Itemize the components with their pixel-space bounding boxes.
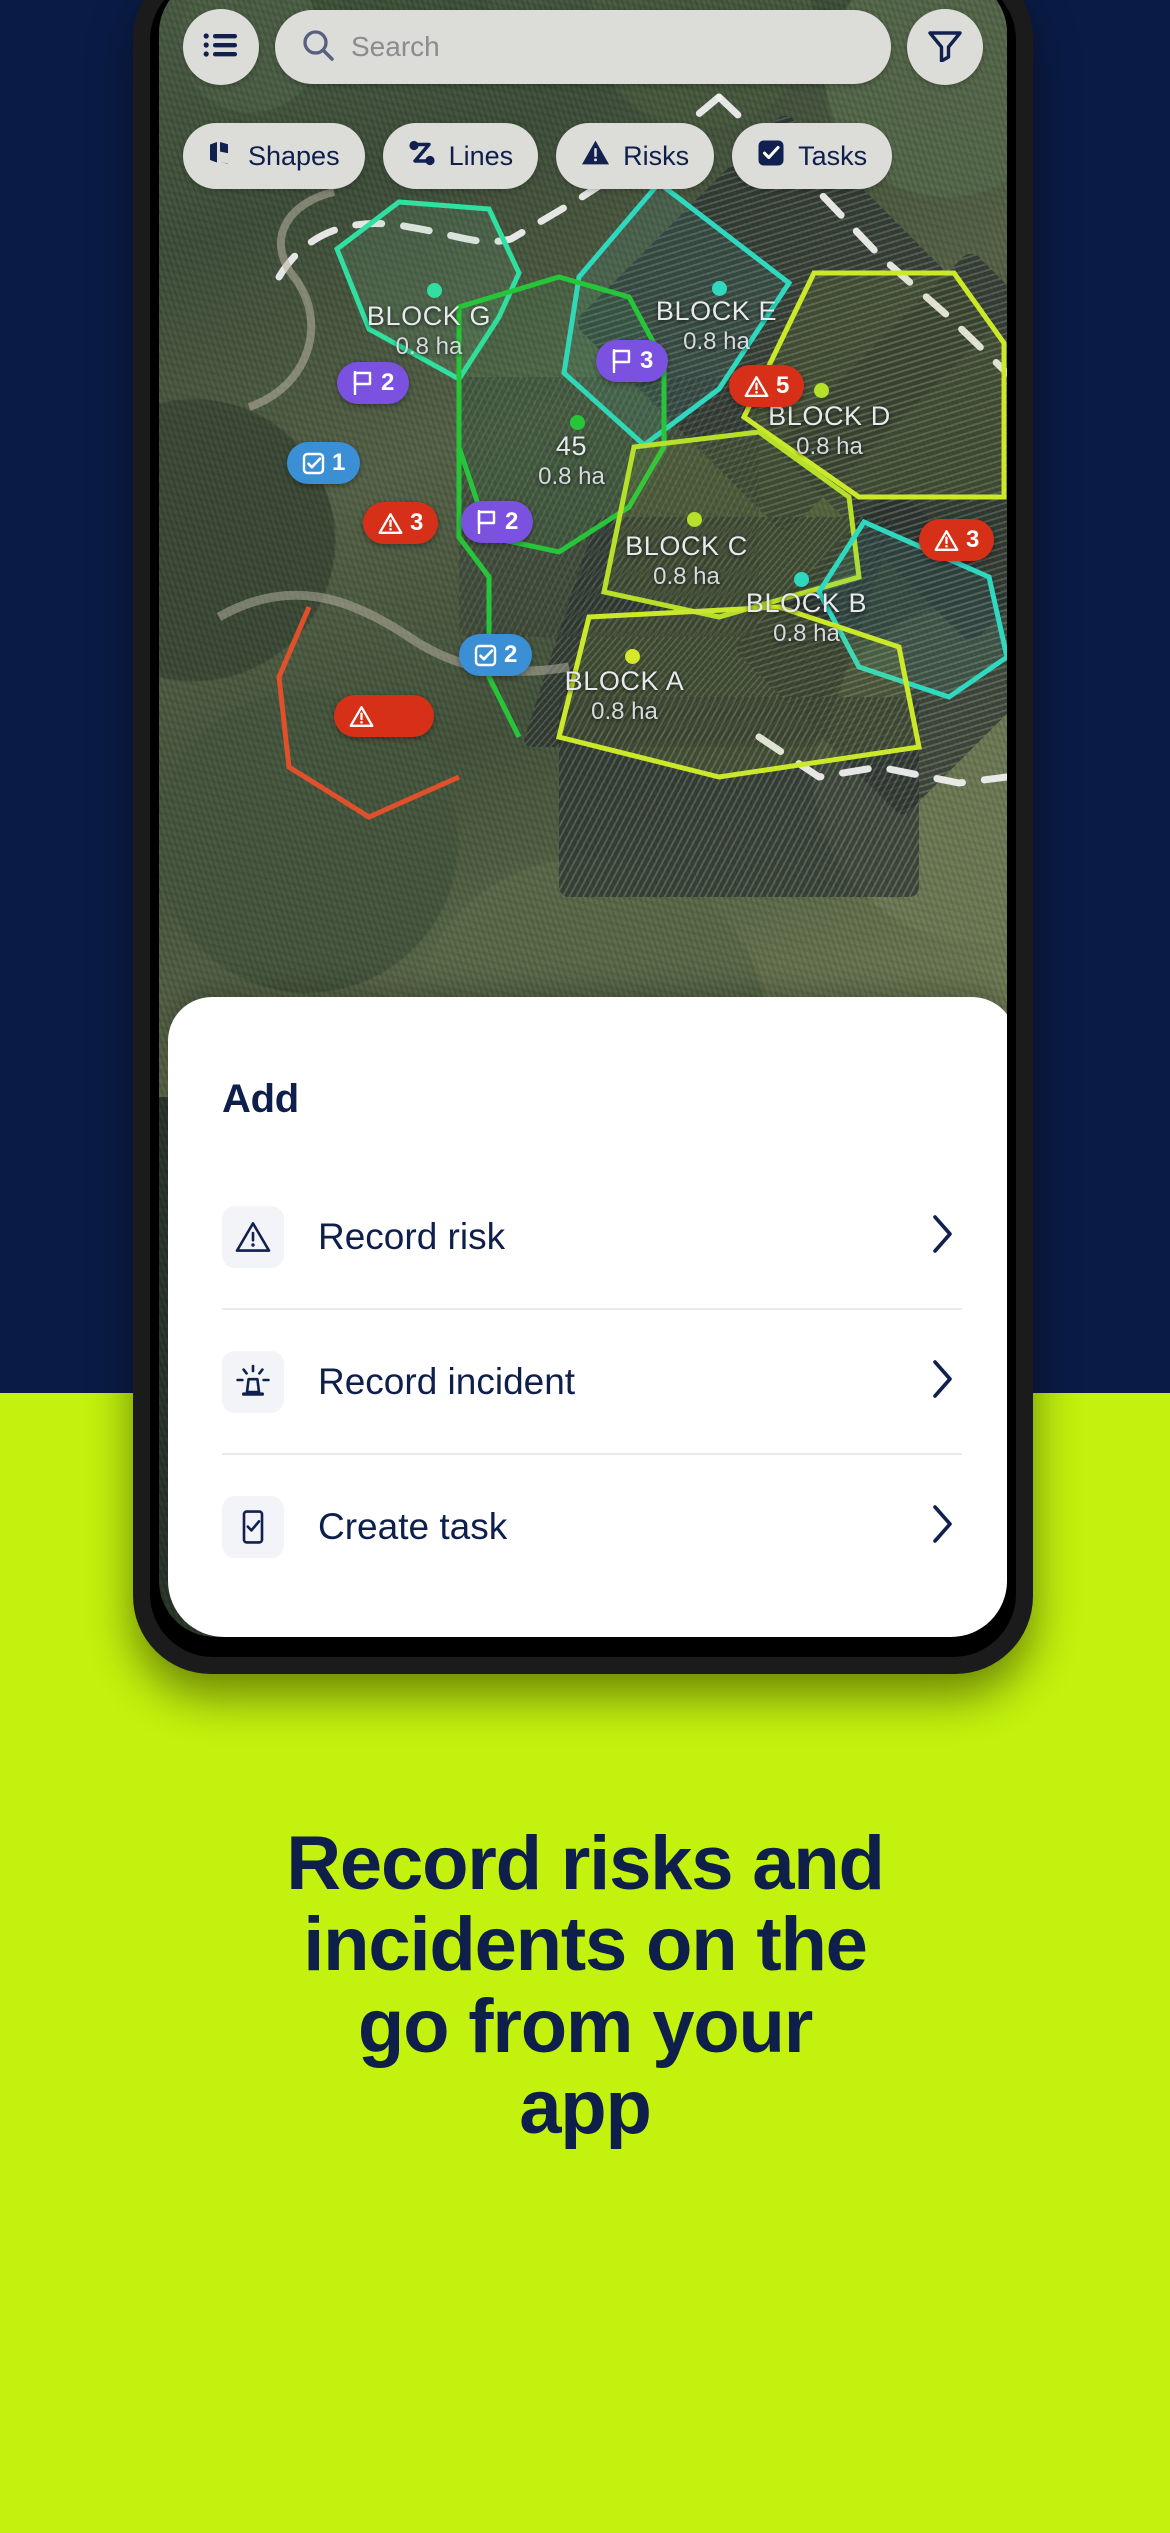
phone-bezel: BLOCK G 0.8 ha BLOCK E 0.8 ha BLOCK D 0.… bbox=[150, 0, 1016, 1657]
add-menu: Record risk Record incident Create task bbox=[222, 1165, 962, 1598]
headline-line-2: incidents on the bbox=[303, 1902, 868, 1988]
menu-item-label: Record incident bbox=[318, 1360, 576, 1402]
map-badge-flag-3[interactable]: 2 bbox=[461, 501, 534, 543]
map-badge-risk-5[interactable]: 5 bbox=[729, 365, 805, 407]
badge-count: 3 bbox=[410, 509, 424, 536]
shapes-icon bbox=[208, 139, 235, 173]
risk-triangle-icon bbox=[378, 512, 403, 535]
list-menu-icon bbox=[203, 30, 239, 65]
map-badge-task[interactable]: 1 bbox=[287, 442, 361, 484]
promo-screenshot: BLOCK G 0.8 ha BLOCK E 0.8 ha BLOCK D 0.… bbox=[0, 0, 1170, 2533]
phone-screen: BLOCK G 0.8 ha BLOCK E 0.8 ha BLOCK D 0.… bbox=[159, 0, 1007, 1637]
chip-label: Risks bbox=[623, 140, 690, 171]
add-bottom-sheet: Add Record risk Record incident Create t… bbox=[168, 997, 1007, 1637]
task-checkbox-icon bbox=[474, 644, 497, 667]
risk-triangle-icon bbox=[744, 375, 769, 398]
badge-count: 1 bbox=[332, 449, 346, 476]
headline-line-1: Record risks and bbox=[286, 1821, 885, 1906]
lines-icon bbox=[408, 139, 436, 174]
chip-tasks[interactable]: Tasks bbox=[732, 123, 893, 189]
badge-count: 5 bbox=[776, 372, 790, 399]
menu-button[interactable] bbox=[183, 9, 259, 85]
chip-lines[interactable]: Lines bbox=[382, 123, 539, 189]
phone-device-frame: BLOCK G 0.8 ha BLOCK E 0.8 ha BLOCK D 0.… bbox=[133, 0, 1033, 1674]
block-dot-c bbox=[687, 512, 702, 527]
incident-siren-icon bbox=[222, 1350, 284, 1413]
block-dot-b bbox=[794, 572, 809, 587]
menu-item-record-incident[interactable]: Record incident bbox=[222, 1310, 962, 1453]
map-top-bar: Search bbox=[159, 7, 1007, 87]
chevron-right-icon bbox=[930, 1503, 962, 1550]
block-dot-d bbox=[814, 383, 829, 398]
menu-item-create-task[interactable]: Create task bbox=[222, 1455, 962, 1598]
map-badge-task-2[interactable]: 2 bbox=[459, 634, 533, 676]
filter-funnel-icon bbox=[927, 28, 963, 67]
badge-count: 2 bbox=[381, 369, 395, 396]
headline-line-4: app bbox=[519, 2064, 652, 2150]
block-dot-e bbox=[712, 281, 727, 296]
chip-shapes[interactable]: Shapes bbox=[183, 123, 365, 189]
sheet-title: Add bbox=[222, 1077, 299, 1121]
flag-icon bbox=[476, 510, 498, 534]
chip-label: Lines bbox=[448, 140, 514, 171]
badge-count: 2 bbox=[505, 508, 519, 535]
task-checkbox-icon bbox=[222, 1495, 284, 1558]
filter-button[interactable] bbox=[907, 9, 983, 85]
map-badge-risk-3a[interactable]: 3 bbox=[363, 502, 439, 544]
promo-headline: Record risks and incidents on the go fro… bbox=[0, 1821, 1170, 2150]
map-badge-risk-3b[interactable]: 3 bbox=[919, 519, 995, 561]
risk-triangle-icon bbox=[934, 529, 959, 552]
block-dot-a bbox=[625, 649, 640, 664]
chevron-right-icon bbox=[930, 1358, 962, 1405]
map-badge-risk-partial[interactable] bbox=[334, 695, 434, 737]
badge-count: 2 bbox=[504, 641, 518, 668]
menu-item-label: Create task bbox=[318, 1505, 508, 1547]
flag-icon bbox=[611, 349, 633, 373]
risk-triangle-icon bbox=[349, 705, 374, 728]
block-dot-45 bbox=[570, 415, 585, 430]
badge-count: 3 bbox=[640, 347, 654, 374]
risk-triangle-icon bbox=[222, 1205, 284, 1268]
menu-item-record-risk[interactable]: Record risk bbox=[222, 1165, 962, 1308]
map-badge-flag[interactable]: 2 bbox=[337, 362, 410, 404]
chip-label: Tasks bbox=[798, 140, 868, 171]
risk-triangle-icon bbox=[581, 139, 610, 173]
block-dot-g bbox=[427, 283, 442, 298]
flag-icon bbox=[352, 371, 374, 395]
task-checkbox-icon bbox=[757, 139, 785, 174]
chip-risks[interactable]: Risks bbox=[556, 123, 715, 189]
search-icon bbox=[301, 28, 335, 67]
task-checkbox-icon bbox=[302, 452, 325, 475]
search-placeholder: Search bbox=[351, 31, 440, 62]
map-filter-chips: Shapes Lines Risks Tasks bbox=[159, 123, 1007, 189]
badge-count: 3 bbox=[966, 526, 980, 553]
map-badge-flag-2[interactable]: 3 bbox=[596, 340, 669, 382]
menu-item-label: Record risk bbox=[318, 1215, 506, 1257]
chevron-right-icon bbox=[930, 1213, 962, 1260]
chip-label: Shapes bbox=[248, 140, 340, 171]
search-input[interactable]: Search bbox=[275, 10, 891, 84]
headline-line-3: go from your bbox=[357, 1983, 813, 2069]
